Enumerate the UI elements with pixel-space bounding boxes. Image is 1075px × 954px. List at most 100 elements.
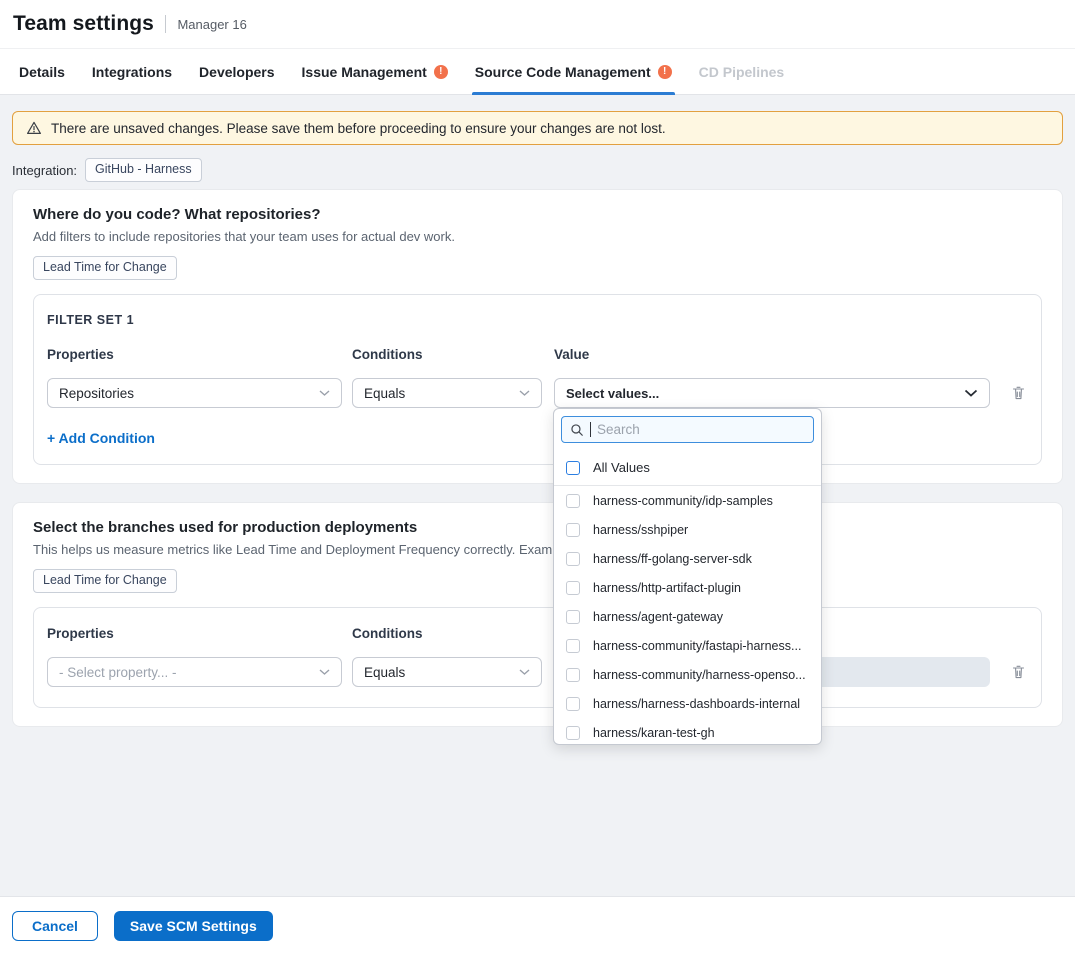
delete-filter-button[interactable] xyxy=(1008,661,1028,683)
repo-option-label: harness-community/fastapi-harness... xyxy=(593,639,801,653)
repo-option[interactable]: harness/ff-golang-server-sdk xyxy=(554,544,821,573)
add-condition-link[interactable]: + Add Condition xyxy=(47,430,155,446)
repo-option[interactable]: harness/harness-dashboards-internal xyxy=(554,689,821,718)
condition-select[interactable]: Equals xyxy=(352,657,542,687)
repo-option-label: harness/agent-gateway xyxy=(593,610,723,624)
chevron-down-icon xyxy=(319,390,330,397)
dropdown-search-input[interactable]: Search xyxy=(561,416,814,443)
checkbox[interactable] xyxy=(566,494,580,508)
repo-option-label: harness/harness-dashboards-internal xyxy=(593,697,800,711)
checkbox[interactable] xyxy=(566,552,580,566)
search-placeholder: Search xyxy=(597,422,640,437)
tab-integrations[interactable]: Integrations xyxy=(92,49,172,94)
condition-select-value: Equals xyxy=(364,386,405,401)
tab-source-code-management[interactable]: Source Code Management ! xyxy=(475,49,672,94)
checkbox[interactable] xyxy=(566,523,580,537)
filter-set-title: FILTER SET 1 xyxy=(47,313,1028,327)
condition-select[interactable]: Equals xyxy=(352,378,542,408)
integration-row: Integration: GitHub - Harness xyxy=(12,159,1063,181)
repo-option-label: harness/karan-test-gh xyxy=(593,726,715,740)
tab-details[interactable]: Details xyxy=(19,49,65,94)
cancel-button[interactable]: Cancel xyxy=(12,911,98,941)
chevron-down-icon xyxy=(519,390,530,397)
checkbox[interactable] xyxy=(566,697,580,711)
warning-badge-icon: ! xyxy=(658,65,672,79)
repo-option[interactable]: harness/sshpiper xyxy=(554,515,821,544)
warning-triangle-icon xyxy=(26,120,42,136)
all-values-label: All Values xyxy=(593,460,650,475)
chevron-down-icon xyxy=(519,669,530,676)
tab-label: Details xyxy=(19,64,65,80)
banner-text: There are unsaved changes. Please save t… xyxy=(51,121,666,136)
filter-controls-row: Repositories Equals Select values... xyxy=(47,378,1028,408)
repo-option-label: harness/sshpiper xyxy=(593,523,688,537)
filter-labels-row: Properties Conditions xyxy=(47,626,1028,641)
repositories-card-title: Where do you code? What repositories? xyxy=(33,206,1042,223)
properties-label: Properties xyxy=(47,626,342,641)
branches-filter-set: Properties Conditions - Select property.… xyxy=(33,607,1042,708)
trash-icon xyxy=(1011,385,1026,401)
lead-time-chip: Lead Time for Change xyxy=(33,569,177,593)
value-multiselect[interactable]: Select values... xyxy=(554,378,990,408)
repo-option-label: harness/ff-golang-server-sdk xyxy=(593,552,752,566)
save-scm-settings-button[interactable]: Save SCM Settings xyxy=(114,911,273,941)
branches-card-subtitle: This helps us measure metrics like Lead … xyxy=(33,542,1042,557)
footer-action-bar: Cancel Save SCM Settings xyxy=(0,896,1075,954)
repo-option-label: harness/http-artifact-plugin xyxy=(593,581,741,595)
chevron-down-icon xyxy=(964,389,978,398)
conditions-label: Conditions xyxy=(352,347,542,362)
tab-label: Integrations xyxy=(92,64,172,80)
trash-icon xyxy=(1011,664,1026,680)
repo-option-label: harness-community/idp-samples xyxy=(593,494,773,508)
repo-option[interactable]: harness-community/harness-openso... xyxy=(554,660,821,689)
repositories-card-subtitle: Add filters to include repositories that… xyxy=(33,229,1042,244)
value-dropdown-panel: Search All Values harness-community/idp-… xyxy=(553,408,822,745)
condition-select-value: Equals xyxy=(364,665,405,680)
repo-option-label: harness-community/harness-openso... xyxy=(593,668,806,682)
checkbox[interactable] xyxy=(566,639,580,653)
property-select[interactable]: Repositories xyxy=(47,378,342,408)
tab-issue-management[interactable]: Issue Management ! xyxy=(302,49,448,94)
filter-labels-row: Properties Conditions Value xyxy=(47,347,1028,362)
branches-card: Select the branches used for production … xyxy=(12,502,1063,727)
tab-cd-pipelines: CD Pipelines xyxy=(699,49,785,94)
tab-label: Developers xyxy=(199,64,274,80)
properties-label: Properties xyxy=(47,347,342,362)
integration-chip[interactable]: GitHub - Harness xyxy=(85,158,202,182)
property-select-value: Repositories xyxy=(59,386,134,401)
lead-time-chip: Lead Time for Change xyxy=(33,256,177,280)
checkbox[interactable] xyxy=(566,668,580,682)
conditions-label: Conditions xyxy=(352,626,542,641)
value-select-placeholder: Select values... xyxy=(566,386,659,401)
tab-developers[interactable]: Developers xyxy=(199,49,274,94)
title-divider xyxy=(165,15,167,33)
page-header: Team settings Manager 16 xyxy=(0,0,1075,48)
tab-label: Issue Management xyxy=(302,64,427,80)
all-values-option[interactable]: All Values xyxy=(554,450,821,486)
checkbox[interactable] xyxy=(566,581,580,595)
delete-filter-button[interactable] xyxy=(1008,382,1028,404)
search-icon xyxy=(570,423,584,437)
property-select[interactable]: - Select property... - xyxy=(47,657,342,687)
branches-card-title: Select the branches used for production … xyxy=(33,519,1042,536)
unsaved-changes-banner: There are unsaved changes. Please save t… xyxy=(12,111,1063,145)
team-name: Manager 16 xyxy=(177,17,246,32)
repo-option[interactable]: harness/agent-gateway xyxy=(554,602,821,631)
filter-set-1: FILTER SET 1 Properties Conditions Value… xyxy=(33,294,1042,465)
page-title: Team settings xyxy=(13,12,154,36)
tab-bar: Details Integrations Developers Issue Ma… xyxy=(0,48,1075,95)
tab-label: CD Pipelines xyxy=(699,64,785,80)
repo-option[interactable]: harness/http-artifact-plugin xyxy=(554,573,821,602)
filter-controls-row: - Select property... - Equals xyxy=(47,657,1028,687)
checkbox[interactable] xyxy=(566,726,580,740)
repo-option[interactable]: harness-community/idp-samples xyxy=(554,486,821,515)
repositories-card: Where do you code? What repositories? Ad… xyxy=(12,189,1063,484)
repo-option[interactable]: harness-community/fastapi-harness... xyxy=(554,631,821,660)
chevron-down-icon xyxy=(319,669,330,676)
warning-badge-icon: ! xyxy=(434,65,448,79)
repo-option[interactable]: harness/karan-test-gh xyxy=(554,718,821,745)
property-select-placeholder: - Select property... - xyxy=(59,665,177,680)
checkbox[interactable] xyxy=(566,610,580,624)
text-cursor xyxy=(590,422,591,437)
checkbox-all-values[interactable] xyxy=(566,461,580,475)
